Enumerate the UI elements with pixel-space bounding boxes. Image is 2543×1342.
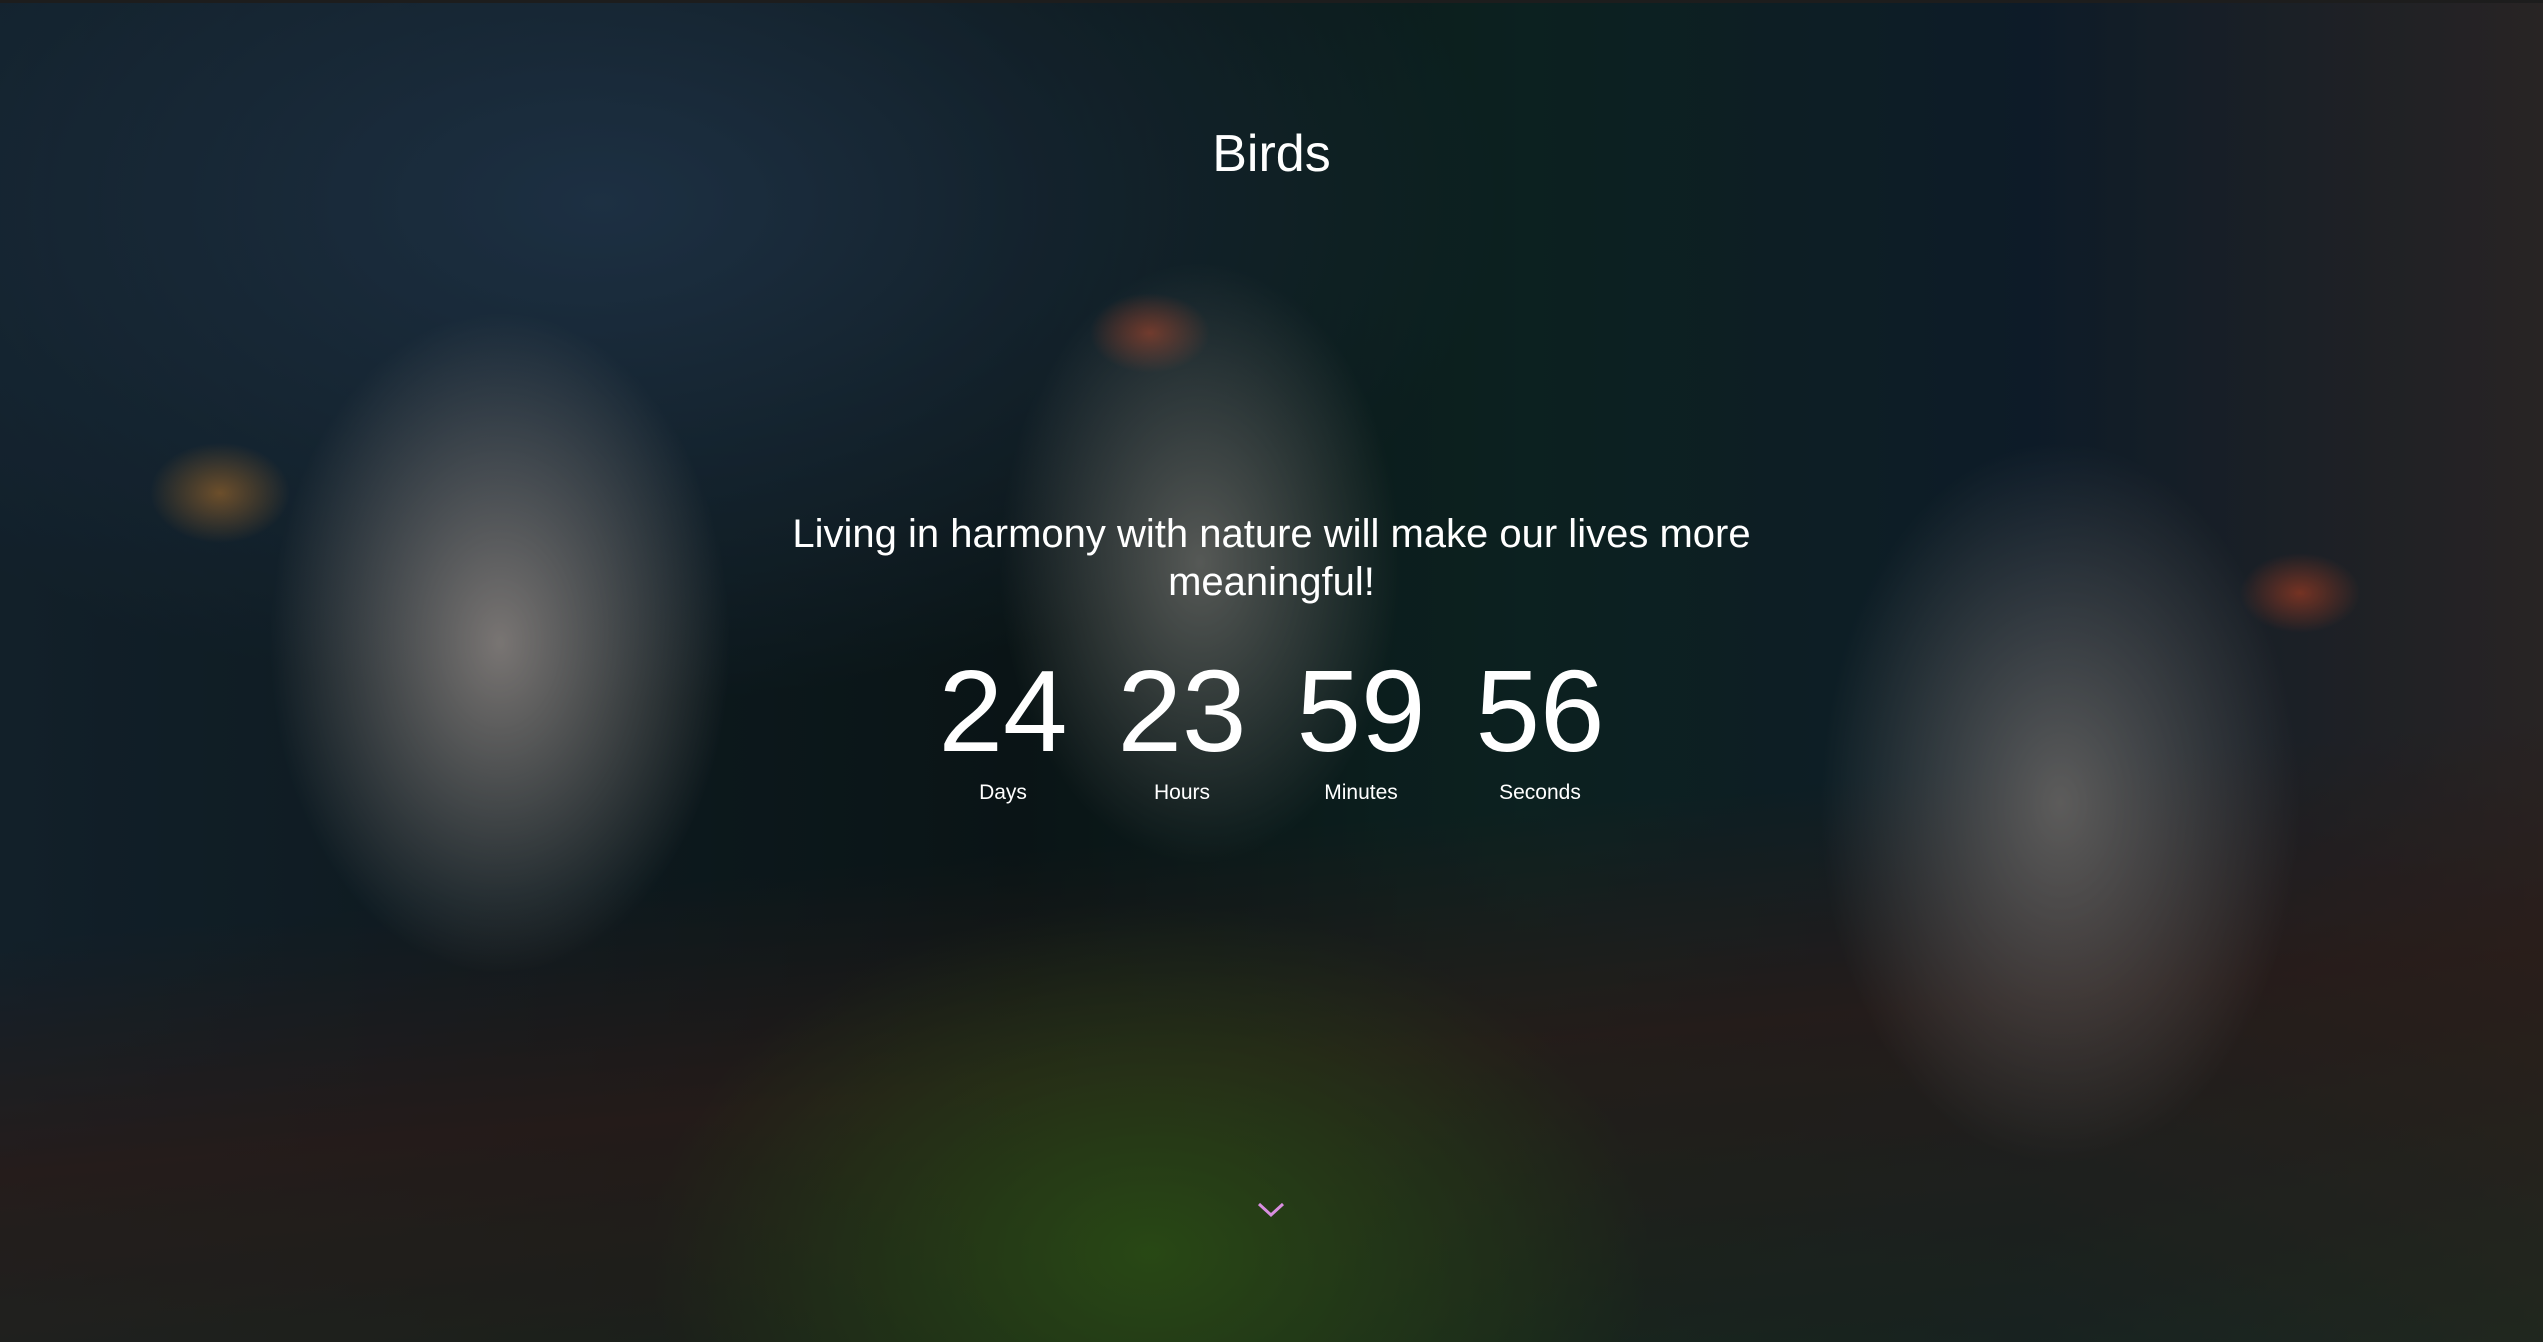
countdown-days: 24 Days — [914, 648, 1093, 806]
countdown-label: Hours — [1153, 781, 1211, 804]
countdown-value: 56 — [1475, 646, 1605, 776]
hero-section: Birds Living in harmony with nature will… — [0, 0, 2543, 1342]
chevron-down-icon — [1257, 1202, 1285, 1218]
countdown-label: Seconds — [1499, 781, 1581, 804]
tagline: Living in harmony with nature will make … — [792, 512, 1751, 604]
countdown-hours: 23 Hours — [1093, 648, 1272, 806]
page-title: Birds — [1212, 125, 1331, 183]
countdown-value: 59 — [1296, 646, 1426, 776]
countdown-label: Days — [979, 781, 1027, 804]
countdown-seconds: 56 Seconds — [1451, 648, 1630, 806]
countdown-value: 23 — [1117, 646, 1247, 776]
countdown-minutes: 59 Minutes — [1272, 648, 1451, 806]
countdown-timer: 24 Days 23 Hours 59 Minutes 56 Seconds — [914, 648, 1630, 806]
countdown-label: Minutes — [1324, 781, 1398, 804]
scroll-down-button[interactable] — [1256, 1200, 1286, 1220]
countdown-value: 24 — [938, 646, 1068, 776]
